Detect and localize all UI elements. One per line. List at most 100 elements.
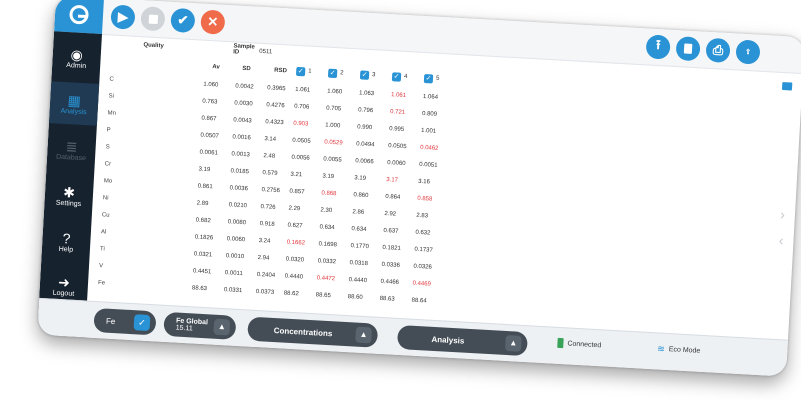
chevron-left-icon[interactable]: ‹ — [778, 232, 784, 248]
eco-mode-toggle[interactable]: ≋ Eco Mode — [657, 343, 701, 356]
run-value: 0.995 — [388, 126, 405, 133]
run-value: 0.1737 — [414, 246, 433, 254]
stat-sd-value: 0.0080 — [227, 219, 247, 227]
run-value: 0.809 — [421, 110, 438, 118]
stat-sd-value: 0.0210 — [228, 202, 248, 210]
element-label: Ni — [102, 195, 109, 202]
run-checkbox[interactable]: ✓ — [359, 70, 370, 80]
stat-rsd-value: 0.4323 — [265, 119, 284, 127]
analysis-selector[interactable]: Analysis ▲ — [396, 324, 529, 357]
run-checkbox[interactable]: ✓ — [391, 72, 402, 82]
run-value: 0.0336 — [381, 261, 401, 269]
check-icon: ✓ — [133, 314, 151, 332]
global-program-selector[interactable]: Fe Global 15.11 ▲ — [163, 311, 237, 340]
element-label: V — [98, 263, 104, 270]
stat-rsd-value: 0.918 — [259, 221, 275, 228]
stat-sd-value: 0.0185 — [230, 168, 250, 176]
start-button[interactable]: ▶ — [110, 4, 136, 30]
base-element-selector[interactable]: Fe ✓ — [93, 307, 157, 336]
stat-sd-value: 0.0030 — [234, 100, 253, 108]
sample-id-value: 0511 — [259, 48, 273, 56]
run-value: 0.0056 — [291, 154, 310, 162]
run-value: 2.86 — [352, 209, 365, 216]
upload-button[interactable]: ⭱ — [645, 34, 671, 60]
run-value: 0.1698 — [318, 241, 338, 249]
run-value: 88.60 — [347, 294, 363, 301]
run-value: 0.860 — [353, 192, 369, 200]
stat-rsd-value: 0.2756 — [261, 187, 281, 195]
plug-icon — [557, 337, 564, 349]
accept-button[interactable]: ✔ — [170, 7, 196, 34]
run-value: 0.0494 — [356, 141, 375, 149]
database-icon: ≣ — [65, 137, 78, 155]
stat-sd-value: 0.0016 — [232, 134, 251, 142]
run-checkbox-label: 1 — [308, 68, 312, 75]
col-header-av: Av — [212, 64, 220, 71]
stat-sd-value: 0.0036 — [229, 185, 249, 193]
eco-mode-label: Eco Mode — [668, 346, 701, 355]
file-icon — [683, 43, 693, 54]
run-value: 0.0320 — [285, 256, 305, 264]
sidebar-item-admin[interactable]: ◉ Admin — [51, 35, 101, 80]
run-value: 0.796 — [357, 107, 374, 115]
export-button[interactable]: ⇪ — [735, 39, 761, 65]
run-checkbox[interactable]: ✓ — [327, 68, 338, 79]
run-value: 0.706 — [294, 103, 310, 111]
chevron-right-icon[interactable]: › — [780, 206, 786, 222]
run-value: 3.21 — [290, 171, 303, 179]
element-label: Si — [108, 93, 115, 100]
stat-av-value: 0.682 — [195, 217, 211, 225]
trash-icon[interactable] — [781, 82, 793, 91]
run-value: 0.4469 — [412, 280, 432, 288]
logo-icon — [69, 5, 89, 25]
run-value: 1.001 — [420, 127, 437, 135]
concentrations-selector[interactable]: Concentrations ▲ — [247, 316, 379, 348]
run-value: 1.061 — [295, 86, 311, 94]
stat-sd-value: 0.0042 — [235, 83, 254, 91]
print-button[interactable]: ⎙ — [705, 37, 731, 64]
run-value: 0.0060 — [387, 160, 406, 168]
file-button[interactable] — [675, 36, 701, 62]
run-checkbox[interactable]: ✓ — [423, 74, 434, 84]
run-value: 2.92 — [384, 211, 397, 218]
col-header-sd: SD — [242, 65, 251, 73]
stat-rsd-value: 0.579 — [262, 170, 278, 177]
stat-av-value: 0.0321 — [193, 251, 213, 259]
stat-av-value: 0.1826 — [194, 234, 214, 242]
stat-av-value: 0.0061 — [199, 149, 219, 157]
run-value: 1.063 — [358, 90, 375, 98]
col-header-rsd: RSD — [274, 67, 288, 75]
upload-icon: ⭱ — [655, 36, 661, 53]
run-value: 0.1662 — [286, 239, 306, 247]
run-value: 0.0505 — [292, 137, 311, 145]
run-value: 0.0051 — [419, 161, 438, 169]
chevron-up-icon: ▲ — [504, 334, 522, 352]
run-value: 88.64 — [411, 297, 427, 305]
print-icon: ⎙ — [712, 42, 724, 58]
sidebar-item-analysis[interactable]: ▦ Analysis — [48, 81, 100, 126]
stat-av-value: 0.0507 — [200, 132, 219, 140]
stat-rsd-value: 0.3965 — [267, 85, 286, 93]
gear-icon: ✱ — [62, 183, 76, 201]
run-value: 0.1770 — [350, 243, 370, 251]
sidebar-item-label: Admin — [66, 61, 87, 70]
sidebar-item-help[interactable]: ? Help — [41, 219, 91, 264]
stat-sd-value: 0.0013 — [231, 151, 250, 159]
sidebar-item-database[interactable]: ≣ Database — [46, 127, 96, 172]
run-value: 2.30 — [320, 207, 333, 215]
stop-button[interactable] — [140, 6, 166, 32]
stat-rsd-value: 3.24 — [258, 238, 271, 245]
run-value: 0.721 — [389, 109, 406, 116]
stat-rsd-value: 3.14 — [264, 136, 277, 143]
help-icon: ? — [62, 229, 71, 246]
run-value: 0.0529 — [324, 139, 343, 147]
run-checkbox[interactable]: ✓ — [295, 66, 306, 77]
stat-av-value: 2.89 — [196, 200, 209, 208]
stat-av-value: 0.4451 — [192, 268, 212, 276]
sidebar-item-settings[interactable]: ✱ Settings — [44, 173, 94, 218]
run-value: 2.29 — [288, 205, 301, 213]
reject-button[interactable]: ✕ — [200, 9, 226, 35]
export-icon: ⇪ — [744, 48, 752, 57]
run-value: 0.0505 — [388, 143, 407, 151]
element-label: Fe — [97, 280, 106, 287]
